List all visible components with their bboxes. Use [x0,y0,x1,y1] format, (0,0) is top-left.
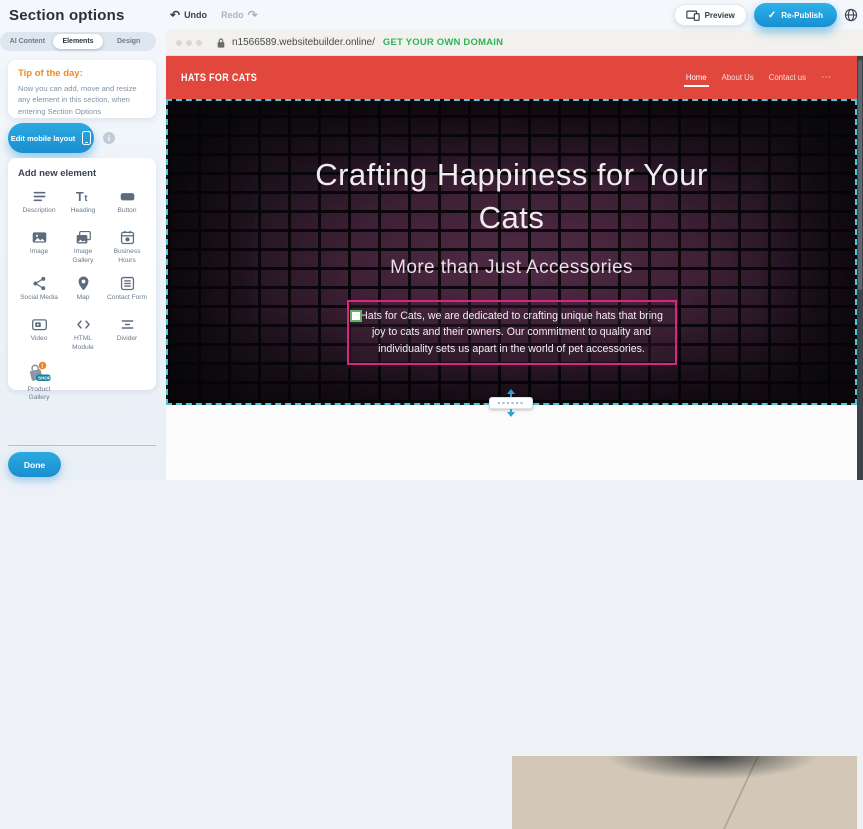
sidebar-tabs: AI Content Elements Design [0,32,156,51]
button-icon [119,188,136,205]
lock-icon [216,37,226,49]
site-logo[interactable]: HATS FOR CATS [181,72,257,84]
element-item-html-module[interactable]: HTML Module [62,316,104,353]
topbar: Section options ↶ Undo Redo ↷ Preview ✓ … [0,0,863,30]
info-icon[interactable]: i [103,132,115,144]
preview-scrollbar[interactable] [857,56,863,480]
undo-button[interactable]: ↶ Undo [170,9,207,21]
selection-handle[interactable] [350,310,362,322]
element-grid: Description Tt Heading Button [18,188,148,403]
nav-home[interactable]: Home [686,73,707,82]
mobile-layout-row: Edit mobile layout i [8,123,115,153]
site-header: HATS FOR CATS Home About Us Contact us ⋯ [166,56,857,99]
browser-bar: n1566589.websitebuilder.online/ GET YOUR… [166,30,863,56]
redo-icon: ↷ [248,9,258,21]
hero-subheading[interactable]: More than Just Accessories [390,257,633,279]
nav-contact-us[interactable]: Contact us [769,73,806,82]
language-globe-icon[interactable] [844,8,858,22]
business-hours-icon [119,229,136,246]
republish-button[interactable]: ✓ Re-Publish [754,3,837,27]
drag-dots-icon [498,402,524,404]
tip-body: Now you can add, move and resize any ele… [18,83,146,117]
add-element-title: Add new element [18,168,148,179]
map-pin-icon [75,275,92,292]
element-item-social-media[interactable]: Social Media [18,275,60,307]
tab-design[interactable]: Design [103,34,154,49]
social-media-icon [31,275,48,292]
svg-text:t: t [84,193,87,203]
section-resize-handle[interactable] [489,389,533,421]
element-item-divider[interactable]: Divider [106,316,148,353]
site-canvas: HATS FOR CATS Home About Us Contact us ⋯… [166,56,857,480]
product-gallery-icon: ! SHOP [26,362,52,384]
hero-section[interactable]: Crafting Happiness for Your Cats More th… [166,99,857,405]
site-nav: Home About Us Contact us ⋯ [686,56,831,99]
page-title: Section options [9,7,125,24]
arrow-down-icon [507,412,515,417]
element-item-contact-form[interactable]: Contact Form [106,275,148,307]
element-item-button[interactable]: Button [106,188,148,220]
svg-text:T: T [75,189,83,204]
tip-title: Tip of the day: [18,68,146,79]
browser-dots-icon [176,40,202,46]
description-icon [31,188,48,205]
nav-about-us[interactable]: About Us [722,73,754,82]
tip-of-the-day-card: Tip of the day: Now you can add, move an… [8,60,156,118]
address-url[interactable]: n1566589.websitebuilder.online/ [232,37,375,48]
tab-ai-content[interactable]: AI Content [2,34,53,49]
check-icon: ✓ [768,10,776,21]
add-element-panel: Add new element Description Tt Heading [8,158,156,390]
preview-area: n1566589.websitebuilder.online/ GET YOUR… [166,30,863,480]
scrollbar-thumb[interactable] [858,60,862,290]
hero-heading[interactable]: Crafting Happiness for Your Cats [297,153,727,240]
heading-icon: Tt [75,188,92,205]
contact-form-icon [119,275,136,292]
element-item-image-gallery[interactable]: Image Gallery [62,229,104,266]
video-icon [31,316,48,333]
image-icon [31,229,48,246]
tab-elements[interactable]: Elements [53,34,104,49]
element-item-heading[interactable]: Tt Heading [62,188,104,220]
hero-paragraph-selected[interactable]: Hats for Cats, we are dedicated to craft… [347,300,677,365]
edit-mobile-layout-button[interactable]: Edit mobile layout [8,123,94,153]
phone-icon [82,131,91,145]
element-item-description[interactable]: Description [18,188,60,220]
app-root: Section options ↶ Undo Redo ↷ Preview ✓ … [0,0,863,480]
redo-button[interactable]: Redo ↷ [221,9,258,21]
preview-button[interactable]: Preview [674,4,747,26]
divider-icon [119,316,136,333]
done-button[interactable]: Done [8,452,61,477]
element-item-product-gallery[interactable]: ! SHOP Product Gallery [18,362,60,404]
topbar-actions: Preview ✓ Re-Publish [674,0,858,30]
element-item-image[interactable]: Image [18,229,60,266]
next-section-image [512,756,857,829]
image-gallery-icon [75,229,92,246]
element-item-map[interactable]: Map [62,275,104,307]
element-item-business-hours[interactable]: Business Hours [106,229,148,266]
undo-redo-group: ↶ Undo Redo ↷ [170,0,258,30]
svg-text:!: ! [41,363,43,369]
svg-text:SHOP: SHOP [38,375,51,380]
get-domain-link[interactable]: GET YOUR OWN DOMAIN [383,37,503,48]
element-item-video[interactable]: Video [18,316,60,353]
code-icon [75,316,92,333]
sidebar: AI Content Elements Design Tip of the da… [0,30,166,480]
undo-icon: ↶ [170,9,180,21]
sidebar-divider [8,445,156,446]
devices-icon [686,10,700,21]
